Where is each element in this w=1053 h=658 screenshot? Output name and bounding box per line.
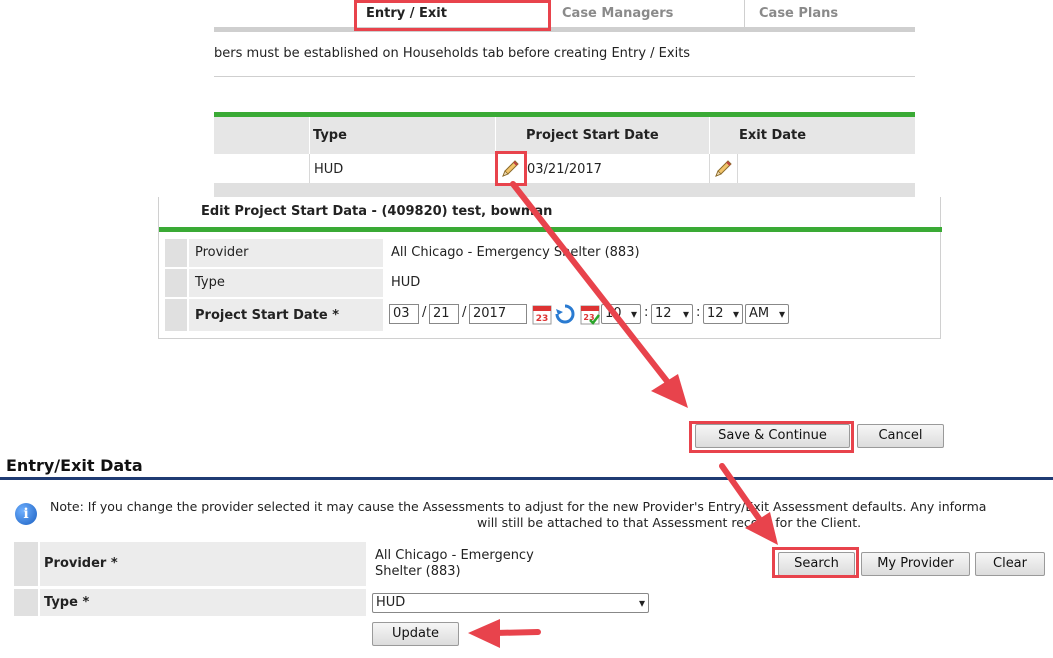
note-line-2: will still be attached to that Assessmen… bbox=[477, 515, 862, 530]
svg-text:23: 23 bbox=[583, 313, 594, 322]
time-separator: : bbox=[644, 305, 649, 320]
time-separator: : bbox=[696, 305, 701, 320]
type-value: HUD bbox=[391, 275, 421, 290]
tab-separator bbox=[548, 0, 549, 27]
info-icon: i bbox=[15, 503, 37, 525]
provider-label: Provider * bbox=[44, 556, 118, 571]
year-input[interactable]: 2017 bbox=[469, 304, 527, 324]
cell-border bbox=[709, 154, 710, 183]
pencil-edit-icon[interactable] bbox=[712, 158, 734, 180]
date-separator: / bbox=[462, 305, 467, 320]
provider-value: All Chicago - Emergency Shelter (883) bbox=[375, 548, 534, 580]
entry-exit-data-title: Entry/Exit Data bbox=[6, 456, 143, 475]
start-date-label: Project Start Date * bbox=[195, 308, 339, 323]
tab-bar: Entry / Exit Case Managers Case Plans bbox=[214, 0, 915, 32]
provider-value: All Chicago - Emergency Shelter (883) bbox=[391, 245, 640, 260]
cell-border bbox=[495, 154, 496, 183]
table-row: HUD 03/21/2017 bbox=[214, 154, 915, 183]
ampm-select[interactable]: AM bbox=[745, 304, 789, 324]
row-stub bbox=[14, 589, 40, 616]
row-stub bbox=[165, 269, 189, 297]
type-label-cell: Type * bbox=[14, 589, 366, 616]
date-separator: / bbox=[422, 305, 427, 320]
tab-case-managers[interactable]: Case Managers bbox=[562, 0, 673, 27]
row-stub bbox=[14, 542, 40, 586]
required-mark: * bbox=[110, 556, 118, 571]
svg-text:23: 23 bbox=[536, 314, 549, 324]
required-mark: * bbox=[332, 308, 340, 323]
provider-label-cell: Provider bbox=[165, 239, 383, 267]
month-input[interactable]: 03 bbox=[389, 304, 419, 324]
required-mark: * bbox=[82, 595, 90, 610]
edit-project-start-panel: Edit Project Start Data - (409820) test,… bbox=[158, 197, 942, 339]
row-stub bbox=[165, 299, 189, 331]
provider-label-cell: Provider * bbox=[14, 542, 366, 586]
cell-border bbox=[737, 154, 738, 183]
edit-panel-title: Edit Project Start Data - (409820) test,… bbox=[201, 204, 553, 219]
tab-separator bbox=[744, 0, 745, 27]
header-type: Type bbox=[313, 128, 347, 143]
note-line-1: Note: If you change the provider selecte… bbox=[50, 499, 987, 514]
pencil-edit-icon[interactable] bbox=[499, 158, 521, 180]
row-type: HUD bbox=[314, 162, 344, 177]
arrowhead-save bbox=[651, 374, 688, 408]
type-label: Type * bbox=[44, 595, 89, 610]
start-date-label-text: Project Start Date bbox=[195, 308, 328, 323]
save-continue-button[interactable]: Save & Continue bbox=[695, 424, 850, 448]
entry-exit-grid: Type Project Start Date Exit Date HUD 03… bbox=[214, 112, 915, 197]
divider bbox=[214, 76, 915, 77]
provider-label-text: Provider bbox=[44, 556, 107, 571]
households-notice: bers must be established on Households t… bbox=[214, 46, 691, 61]
refresh-icon[interactable] bbox=[554, 303, 576, 325]
update-button[interactable]: Update bbox=[372, 622, 459, 646]
section-rule bbox=[0, 477, 1053, 480]
type-label-cell: Type bbox=[165, 269, 383, 297]
edit-panel-accent bbox=[159, 227, 942, 232]
header-exit-date: Exit Date bbox=[739, 128, 807, 143]
hour-select[interactable]: 10 bbox=[601, 304, 641, 324]
clear-button[interactable]: Clear bbox=[975, 552, 1045, 576]
type-select[interactable]: HUD bbox=[372, 593, 649, 613]
grid-footer bbox=[214, 183, 915, 197]
row-project-start-date: 03/21/2017 bbox=[527, 162, 602, 177]
provider-label: Provider bbox=[195, 245, 249, 260]
tab-case-plans[interactable]: Case Plans bbox=[759, 0, 838, 27]
search-button[interactable]: Search bbox=[778, 552, 855, 576]
calendar-icon[interactable]: 23 bbox=[531, 302, 553, 326]
type-label: Type bbox=[195, 275, 225, 290]
minute-select[interactable]: 12 bbox=[651, 304, 693, 324]
my-provider-button[interactable]: My Provider bbox=[861, 552, 970, 576]
header-project-start-date: Project Start Date bbox=[526, 128, 659, 143]
provider-value-line-2: Shelter (883) bbox=[375, 564, 461, 579]
cell-border bbox=[309, 154, 310, 183]
type-label-text: Type bbox=[44, 595, 78, 610]
day-input[interactable]: 21 bbox=[429, 304, 459, 324]
start-date-label-cell: Project Start Date * bbox=[165, 299, 383, 331]
tab-baseline bbox=[214, 27, 915, 32]
second-select[interactable]: 12 bbox=[703, 304, 743, 324]
cancel-button[interactable]: Cancel bbox=[857, 424, 944, 448]
row-stub bbox=[165, 239, 189, 267]
calendar-check-icon[interactable]: 23 bbox=[579, 302, 601, 326]
provider-value-line-1: All Chicago - Emergency bbox=[375, 548, 534, 563]
arrowhead-update bbox=[468, 619, 500, 648]
grid-header: Type Project Start Date Exit Date bbox=[214, 117, 915, 154]
provider-change-note: Note: If you change the provider selecte… bbox=[50, 499, 1053, 531]
arrow-to-update bbox=[492, 629, 541, 636]
